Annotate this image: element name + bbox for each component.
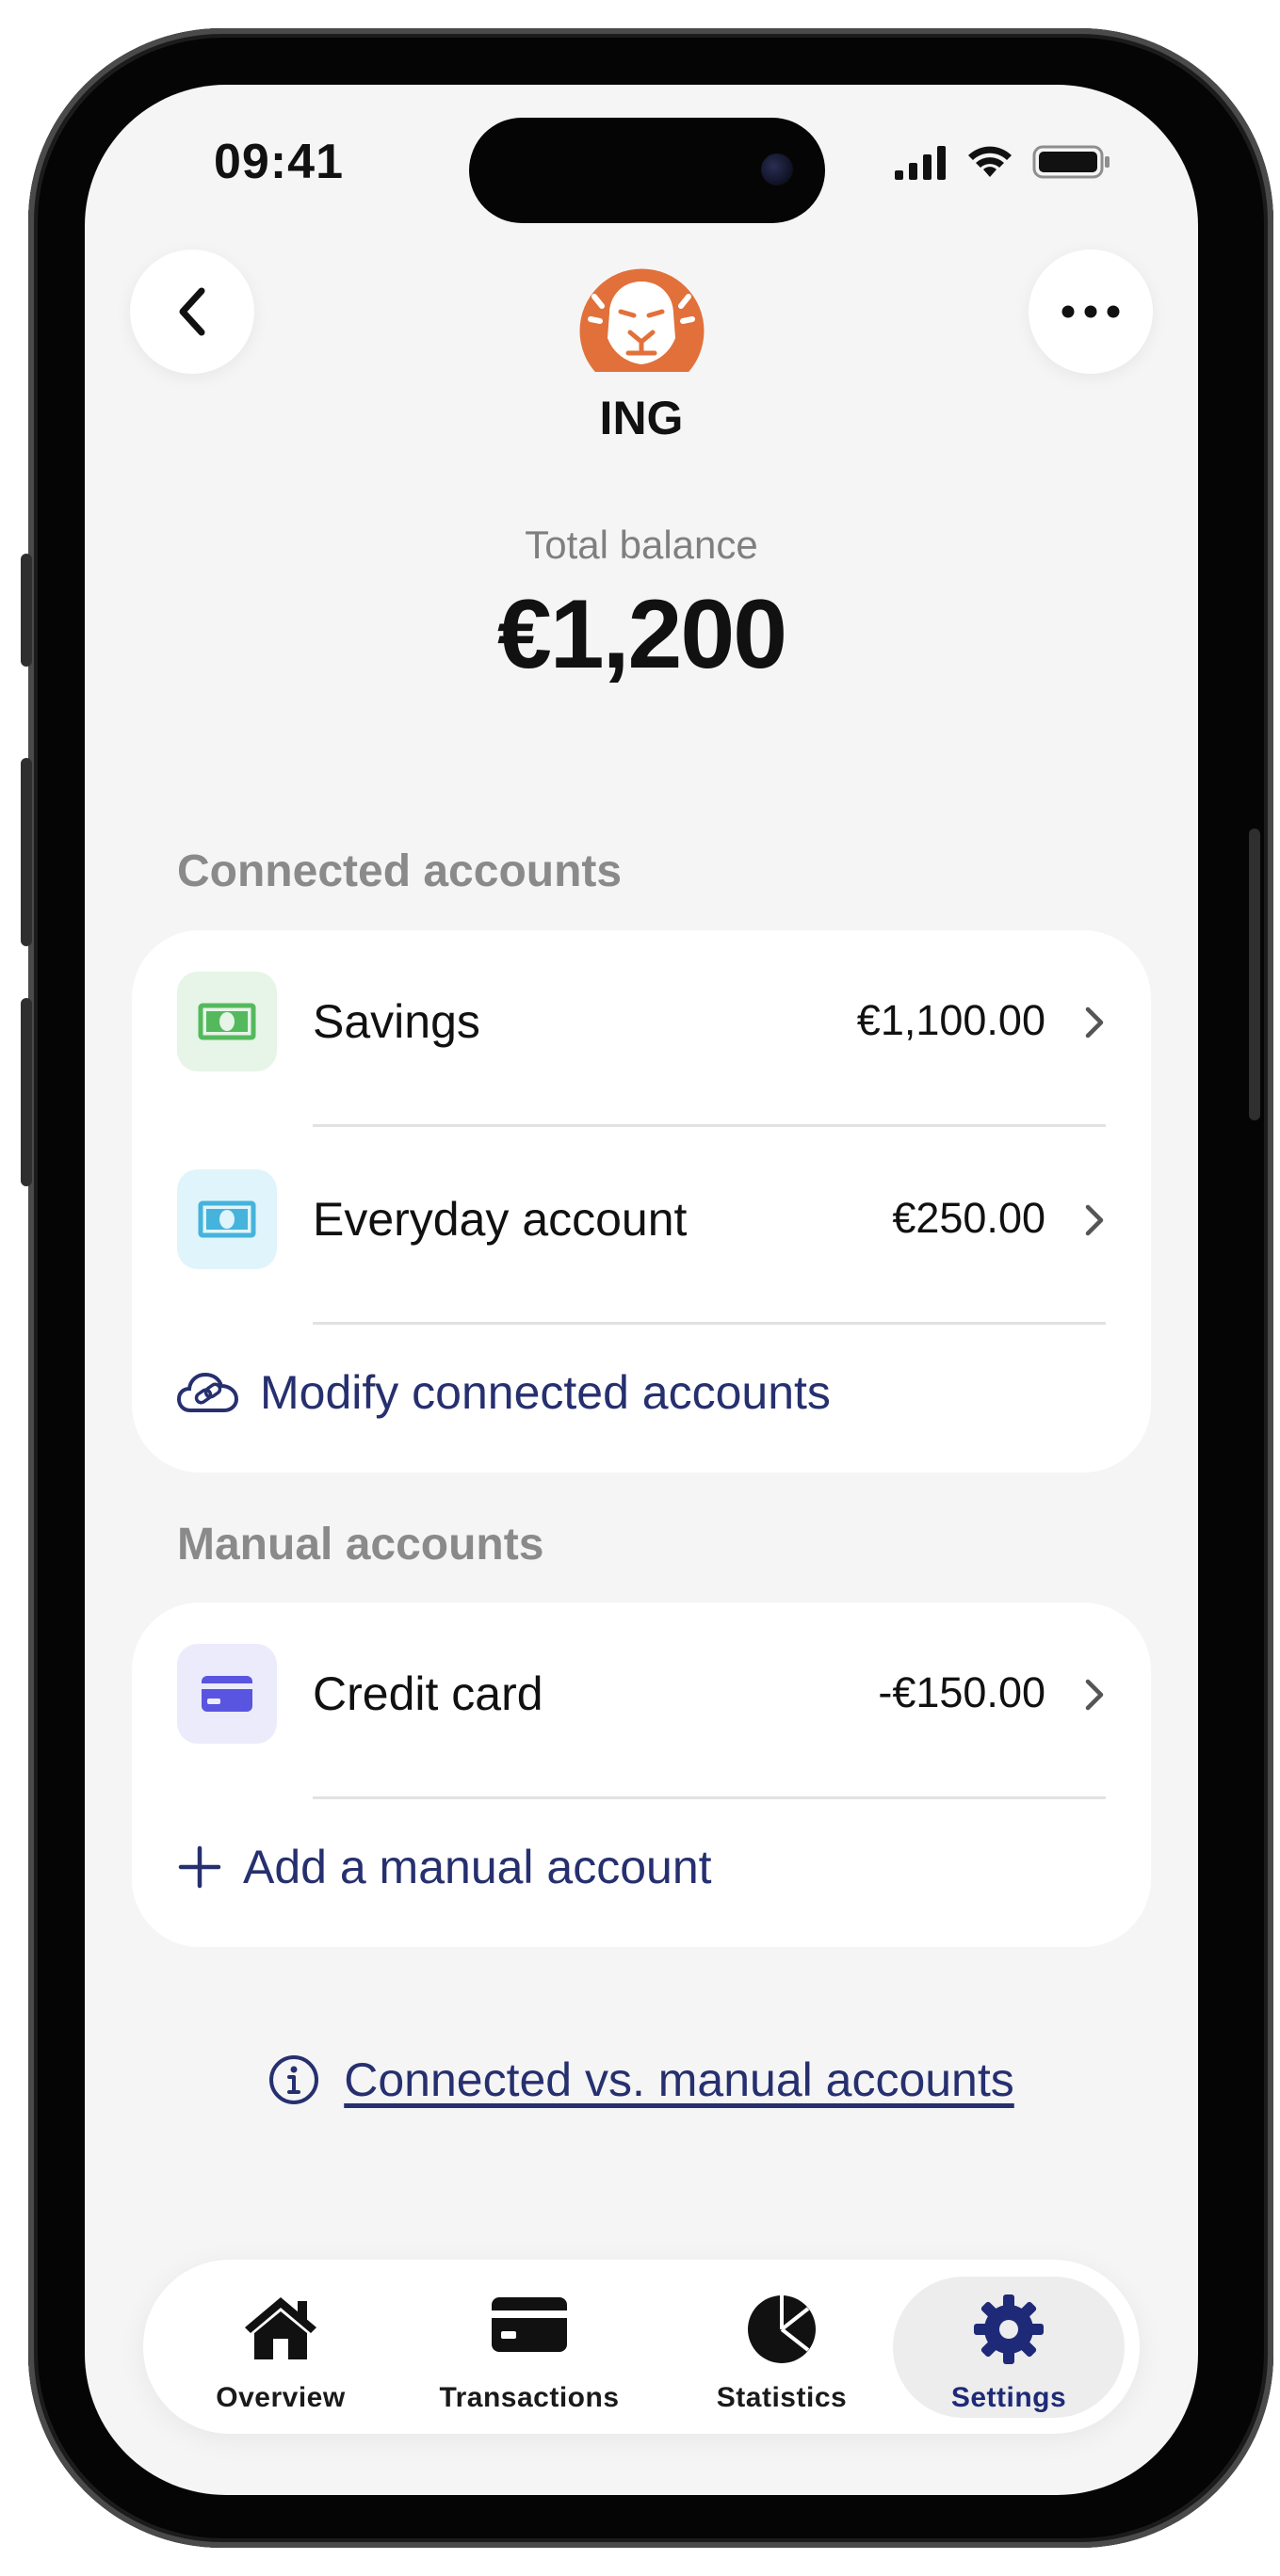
banknote-icon [177, 1169, 277, 1269]
app-screen: 09:41 ING Total balance €1,200 Connected… [85, 85, 1198, 2495]
bank-name: ING [599, 392, 684, 444]
status-icons [895, 143, 1111, 181]
connected-accounts-heading: Connected accounts [177, 846, 623, 896]
modify-connected-accounts-button[interactable]: Modify connected accounts [177, 1365, 831, 1420]
chevron-left-icon [179, 287, 205, 336]
volume-down-button [21, 998, 32, 1186]
account-row-savings[interactable]: Savings €1,100.00 [132, 930, 1151, 1100]
account-row-everyday[interactable]: Everyday account €250.00 [132, 1128, 1151, 1297]
more-horizontal-icon [1061, 305, 1120, 318]
info-icon [269, 2055, 319, 2104]
gear-icon [974, 2294, 1044, 2364]
total-balance-label: Total balance [525, 523, 758, 567]
account-name: Credit card [313, 1667, 543, 1720]
front-camera [761, 153, 793, 185]
cloud-link-icon [177, 1372, 239, 1412]
more-options-button[interactable] [1029, 250, 1153, 374]
pie-chart-icon [748, 2295, 816, 2363]
manual-accounts-heading: Manual accounts [177, 1520, 544, 1570]
chevron-right-icon [1085, 1679, 1104, 1711]
banknote-icon [177, 972, 277, 1071]
credit-card-icon [177, 1644, 277, 1744]
add-manual-account-label: Add a manual account [243, 1841, 712, 1893]
connected-vs-manual-link[interactable]: Connected vs. manual accounts [85, 2053, 1198, 2107]
bottom-tab-bar: Overview Transactions Statistics Setting… [143, 2260, 1140, 2434]
tab-overview[interactable]: Overview [186, 2277, 375, 2418]
chevron-right-icon [1085, 1006, 1104, 1038]
status-time: 09:41 [214, 135, 344, 189]
dynamic-island [469, 118, 825, 223]
battery-icon [1032, 145, 1110, 179]
account-amount: -€150.00 [878, 1668, 1045, 1716]
tab-label: Statistics [716, 2382, 848, 2413]
row-divider [313, 1796, 1106, 1799]
tab-statistics[interactable]: Statistics [688, 2277, 876, 2418]
cellular-signal-icon [895, 146, 946, 180]
power-button [1249, 829, 1260, 1120]
card-icon [492, 2297, 567, 2352]
tab-label: Overview [216, 2382, 346, 2413]
home-icon [245, 2297, 316, 2359]
account-row-credit-card[interactable]: Credit card -€150.00 [132, 1602, 1151, 1772]
action-button [21, 554, 32, 667]
row-divider [313, 1124, 1106, 1127]
connected-vs-manual-label: Connected vs. manual accounts [344, 2053, 1014, 2106]
ing-lion-logo [579, 268, 705, 372]
tab-label: Settings [950, 2382, 1067, 2413]
add-manual-account-button[interactable]: Add a manual account [177, 1840, 712, 1894]
row-divider [313, 1322, 1106, 1325]
tab-settings[interactable]: Settings [893, 2277, 1125, 2418]
wifi-icon [968, 146, 1012, 177]
volume-up-button [21, 758, 32, 946]
account-name: Everyday account [313, 1193, 688, 1246]
account-amount: €1,100.00 [856, 996, 1045, 1044]
tab-label: Transactions [439, 2382, 620, 2413]
connected-accounts-card: Savings €1,100.00 Everyday account €250.… [132, 930, 1151, 1473]
back-button[interactable] [130, 250, 254, 374]
account-name: Savings [313, 995, 480, 1048]
chevron-right-icon [1085, 1204, 1104, 1236]
plus-icon [178, 1845, 221, 1889]
tab-transactions[interactable]: Transactions [435, 2277, 624, 2418]
account-amount: €250.00 [892, 1194, 1045, 1242]
manual-accounts-card: Credit card -€150.00 Add a manual accoun… [132, 1602, 1151, 1947]
modify-connected-accounts-label: Modify connected accounts [260, 1366, 831, 1419]
total-balance-value: €1,200 [496, 580, 787, 689]
